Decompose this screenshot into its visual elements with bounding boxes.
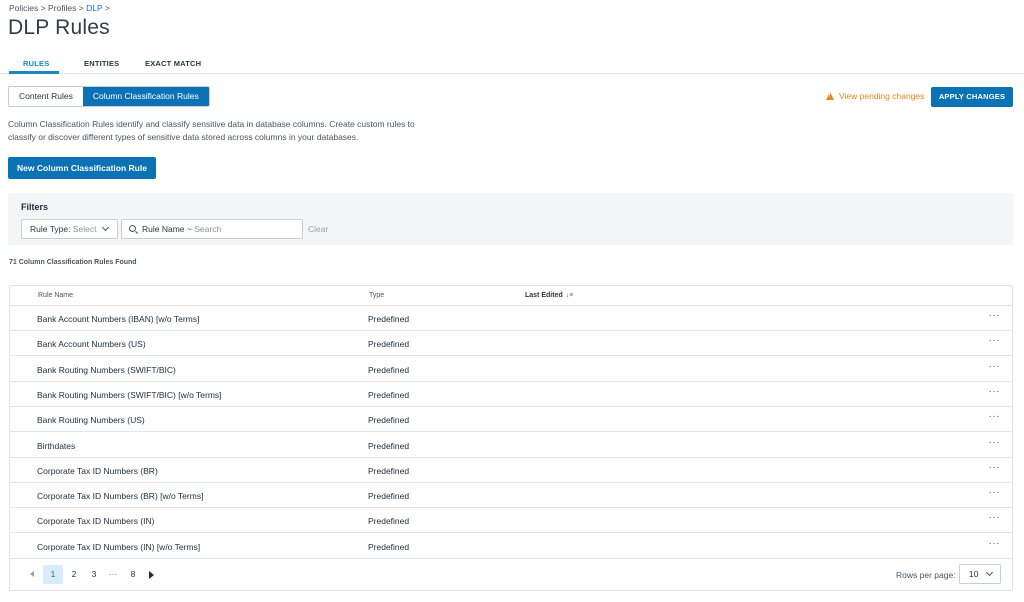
- rule-type-cell: Predefined: [368, 364, 410, 375]
- breadcrumb-separator: >: [78, 3, 84, 13]
- row-actions-menu-icon[interactable]: ···: [989, 512, 1001, 523]
- rule-type-cell: Predefined: [368, 541, 410, 552]
- table-header: Rule Name Type Last Edited ↓≡: [10, 286, 1012, 306]
- row-actions-menu-icon[interactable]: ···: [989, 335, 1001, 346]
- rule-type-filter-label: Rule Type:: [30, 224, 71, 234]
- next-page-icon[interactable]: [149, 571, 154, 579]
- table-row[interactable]: Bank Routing Numbers (SWIFT/BIC) Predefin…: [10, 357, 1012, 382]
- rule-name-cell[interactable]: Corporate Tax ID Numbers (IN): [37, 516, 154, 526]
- rule-type-filter[interactable]: Rule Type: Select: [21, 219, 118, 239]
- rule-name-cell[interactable]: Corporate Tax ID Numbers (IN) [w/o Terms…: [37, 542, 200, 552]
- breadcrumb-separator: >: [40, 3, 46, 13]
- search-icon: [129, 225, 136, 232]
- rule-type-segmented-control: Content Rules Column Classification Rule…: [8, 86, 210, 107]
- rule-type-filter-value: Select: [72, 224, 97, 234]
- row-actions-menu-icon[interactable]: ···: [989, 487, 1001, 498]
- row-actions-menu-icon[interactable]: ···: [989, 538, 1001, 549]
- chevron-down-icon: [101, 223, 110, 232]
- tab-entities[interactable]: ENTITIES: [84, 59, 119, 68]
- rule-type-cell: Predefined: [368, 440, 410, 451]
- table-row[interactable]: Bank Account Numbers (IBAN) [w/o Terms] P…: [10, 306, 1012, 331]
- table-row[interactable]: Corporate Tax ID Numbers (IN) Predefined ·…: [10, 508, 1012, 534]
- row-actions-menu-icon[interactable]: ···: [989, 310, 1001, 321]
- tab-bar: RULES ENTITIES EXACT MATCH: [0, 54, 1024, 74]
- rules-table: Rule Name Type Last Edited ↓≡ Bank Accoun…: [9, 285, 1013, 591]
- page-ellipsis: ···: [108, 569, 118, 579]
- rule-name-cell[interactable]: Corporate Tax ID Numbers (BR): [37, 466, 158, 476]
- page-button-8[interactable]: 8: [123, 565, 143, 584]
- rule-name-cell[interactable]: Bank Account Numbers (US): [37, 339, 146, 349]
- row-actions-menu-icon[interactable]: ···: [989, 462, 1001, 473]
- filters-title: Filters: [21, 202, 49, 212]
- rule-type-cell: Predefined: [368, 491, 410, 502]
- rule-name-cell[interactable]: Bank Routing Numbers (SWIFT/BIC): [37, 365, 176, 375]
- page-title: DLP Rules: [8, 16, 110, 39]
- page-button-1[interactable]: 1: [43, 565, 63, 584]
- rule-type-cell: Predefined: [368, 314, 410, 324]
- page-button-3[interactable]: 3: [84, 565, 104, 584]
- column-header-last-edited[interactable]: Last Edited ↓≡: [525, 292, 573, 299]
- apply-changes-button[interactable]: APPLY CHANGES: [931, 87, 1013, 107]
- table-row[interactable]: Corporate Tax ID Numbers (BR) Predefined ·…: [10, 458, 1012, 483]
- table-row[interactable]: Corporate Tax ID Numbers (BR) [w/o Terms…: [10, 483, 1012, 509]
- table-row[interactable]: Corporate Tax ID Numbers (IN) [w/o Terms…: [10, 534, 1012, 559]
- content-rules-button[interactable]: Content Rules: [9, 87, 83, 106]
- results-count: 71 Column Classification Rules Found: [9, 259, 137, 266]
- column-classification-rules-button[interactable]: Column Classification Rules: [82, 87, 209, 106]
- row-actions-menu-icon[interactable]: ···: [989, 437, 1001, 448]
- rows-per-page-value: 10: [969, 569, 979, 579]
- tab-rules[interactable]: RULES: [23, 59, 49, 68]
- breadcrumb-item-dlp[interactable]: DLP: [86, 3, 102, 13]
- breadcrumb-separator: >: [104, 3, 110, 13]
- previous-page-icon[interactable]: [30, 571, 34, 577]
- breadcrumb-item-profiles[interactable]: Profiles: [48, 3, 76, 13]
- view-pending-changes-label: View pending changes: [839, 91, 925, 101]
- active-tab-indicator: [9, 71, 59, 74]
- table-row[interactable]: Bank Account Numbers (US) Predefined ···: [10, 331, 1012, 357]
- tab-exact-match[interactable]: EXACT MATCH: [145, 59, 201, 68]
- rule-name-filter-label: Rule Name: [142, 224, 185, 234]
- pagination: 1 2 3 ··· 8 Rows per page: 10: [10, 564, 1012, 592]
- warning-icon: [826, 92, 834, 100]
- row-actions-menu-icon[interactable]: ···: [989, 361, 1001, 372]
- breadcrumb: Policies > Profiles > DLP >: [9, 3, 110, 13]
- new-column-classification-rule-button[interactable]: New Column Classification Rule: [8, 157, 156, 179]
- row-actions-menu-icon[interactable]: ···: [989, 386, 1001, 397]
- table-row[interactable]: Birthdates Predefined ···: [10, 433, 1012, 458]
- rule-name-cell[interactable]: Bank Routing Numbers (SWIFT/BIC) [w/o Te…: [37, 390, 222, 400]
- rule-name-cell[interactable]: Bank Account Numbers (IBAN) [w/o Terms]: [37, 314, 199, 324]
- rule-type-cell: Predefined: [368, 415, 410, 426]
- rule-name-cell[interactable]: Birthdates: [37, 441, 75, 451]
- page-description: Column Classification Rules identify and…: [8, 119, 415, 142]
- view-pending-changes-link[interactable]: View pending changes: [826, 91, 924, 101]
- rule-type-cell: Predefined: [368, 516, 410, 527]
- chevron-down-icon: [985, 568, 994, 577]
- page-button-2[interactable]: 2: [64, 565, 84, 584]
- rule-name-search-placeholder: Search: [194, 224, 222, 234]
- clear-filters-link[interactable]: Clear: [308, 224, 328, 234]
- column-header-rule-name[interactable]: Rule Name: [38, 292, 73, 299]
- rule-type-cell: Predefined: [368, 389, 410, 400]
- table-row[interactable]: Bank Routing Numbers (US) Predefined ···: [10, 407, 1012, 433]
- table-row[interactable]: Bank Routing Numbers (SWIFT/BIC) [w/o Te…: [10, 382, 1012, 407]
- sort-descending-icon[interactable]: ↓≡: [566, 292, 574, 299]
- rule-name-filter-operator: ~: [186, 224, 192, 234]
- rule-name-cell[interactable]: Bank Routing Numbers (US): [37, 415, 145, 425]
- rule-type-cell: Predefined: [368, 465, 410, 476]
- filters-panel: Filters Rule Type: Select Rule Name ~ Se…: [8, 193, 1013, 245]
- rule-name-search-input[interactable]: Rule Name ~ Search: [121, 219, 303, 239]
- rows-per-page-select[interactable]: 10: [959, 564, 1001, 584]
- rule-name-cell[interactable]: Corporate Tax ID Numbers (BR) [w/o Terms…: [37, 491, 203, 501]
- rule-type-cell: Predefined: [368, 339, 410, 350]
- rows-per-page-label: Rows per page:: [896, 570, 956, 580]
- breadcrumb-item-policies[interactable]: Policies: [9, 3, 38, 13]
- column-header-last-edited-label: Last Edited: [525, 292, 563, 299]
- column-header-type[interactable]: Type: [369, 292, 384, 299]
- row-actions-menu-icon[interactable]: ···: [989, 411, 1001, 422]
